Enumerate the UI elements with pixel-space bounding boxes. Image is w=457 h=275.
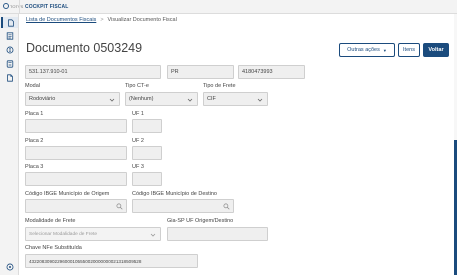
file-icon[interactable]: [5, 73, 14, 82]
placa3-label: Placa 3: [25, 164, 44, 170]
topbar-divider: [19, 0, 20, 14]
chave-label: Chave NFe Substituída: [25, 245, 82, 251]
modalidade-select[interactable]: Selecionar Modalidade de Frete: [25, 227, 161, 241]
chevron-down-icon: ▼: [382, 47, 387, 53]
placa2-field[interactable]: [25, 146, 127, 160]
tipo-cte-label: Tipo CT-e: [125, 83, 149, 89]
calculator-icon[interactable]: [5, 59, 14, 68]
ibge-origem-label: Código IBGE Município de Origem: [25, 191, 110, 197]
chevron-down-icon: [187, 98, 193, 102]
more-actions-button[interactable]: Outras ações ▼: [339, 43, 395, 57]
ibge-destino-label: Código IBGE Município de Destino: [132, 191, 217, 197]
document-icon[interactable]: [1, 17, 18, 28]
modalidade-placeholder: Selecionar Modalidade de Frete: [29, 231, 97, 237]
tipo-frete-value: CIF: [207, 96, 216, 102]
more-actions-label: Outras ações: [347, 47, 380, 53]
placa1-label: Placa 1: [25, 111, 44, 117]
breadcrumb-current: Visualizar Documento Fiscal: [107, 17, 177, 23]
coin-icon[interactable]: [5, 45, 14, 54]
modalidade-label: Modalidade de Frete: [25, 218, 76, 224]
chave-field[interactable]: 4322083090229600010555002000000002131850…: [25, 254, 198, 268]
ie-field[interactable]: 4180473993: [238, 65, 305, 79]
tipo-cte-select[interactable]: (Nenhum): [125, 92, 198, 106]
uf1-field[interactable]: [132, 119, 162, 133]
cpf-field[interactable]: 531.137.910-01: [25, 65, 161, 79]
tipo-cte-value: (Nenhum): [129, 96, 154, 102]
uf-field[interactable]: PR: [167, 65, 234, 79]
breadcrumb-separator: >: [100, 17, 104, 23]
chevron-down-icon: [257, 98, 263, 102]
app-title: COCKPIT FISCAL: [25, 4, 69, 10]
uf1-label: UF 1: [132, 111, 144, 117]
brand-name: TOTVS: [10, 3, 24, 9]
modal-value: Rodoviário: [29, 96, 56, 102]
help-icon[interactable]: [5, 262, 14, 271]
breadcrumb-parent-link[interactable]: Lista de Documentos Fiscais: [26, 17, 96, 23]
search-icon[interactable]: [116, 203, 123, 210]
placa2-label: Placa 2: [25, 138, 44, 144]
gia-label: Gia-SP UF Origem/Destino: [167, 218, 234, 224]
placa1-field[interactable]: [25, 119, 127, 133]
tipo-frete-select[interactable]: CIF: [203, 92, 268, 106]
modal-select[interactable]: Rodoviário: [25, 92, 120, 106]
modal-label: Modal: [25, 83, 40, 89]
search-icon[interactable]: [223, 203, 230, 210]
top-bar: TOTVS COCKPIT FISCAL: [0, 0, 457, 14]
gia-field[interactable]: [167, 227, 268, 241]
sidebar: [0, 14, 19, 275]
brand-logo[interactable]: TOTVS: [3, 3, 23, 9]
totvs-logo-icon: [3, 3, 9, 9]
uf3-field[interactable]: [132, 172, 162, 186]
ibge-origem-field[interactable]: [25, 199, 127, 213]
uf2-field[interactable]: [132, 146, 162, 160]
tipo-frete-label: Tipo de Frete: [203, 83, 236, 89]
ibge-destino-field[interactable]: [132, 199, 234, 213]
list-icon[interactable]: [5, 31, 14, 40]
chevron-down-icon: [109, 98, 115, 102]
breadcrumb: Lista de Documentos Fiscais > Visualizar…: [26, 17, 177, 23]
uf2-label: UF 2: [132, 138, 144, 144]
uf3-label: UF 3: [132, 164, 144, 170]
chevron-down-icon: [150, 233, 156, 237]
placa3-field[interactable]: [25, 172, 127, 186]
back-button[interactable]: Voltar: [423, 43, 449, 57]
page-title: Documento 0503249: [26, 41, 143, 55]
itens-button[interactable]: Itens: [398, 43, 420, 57]
